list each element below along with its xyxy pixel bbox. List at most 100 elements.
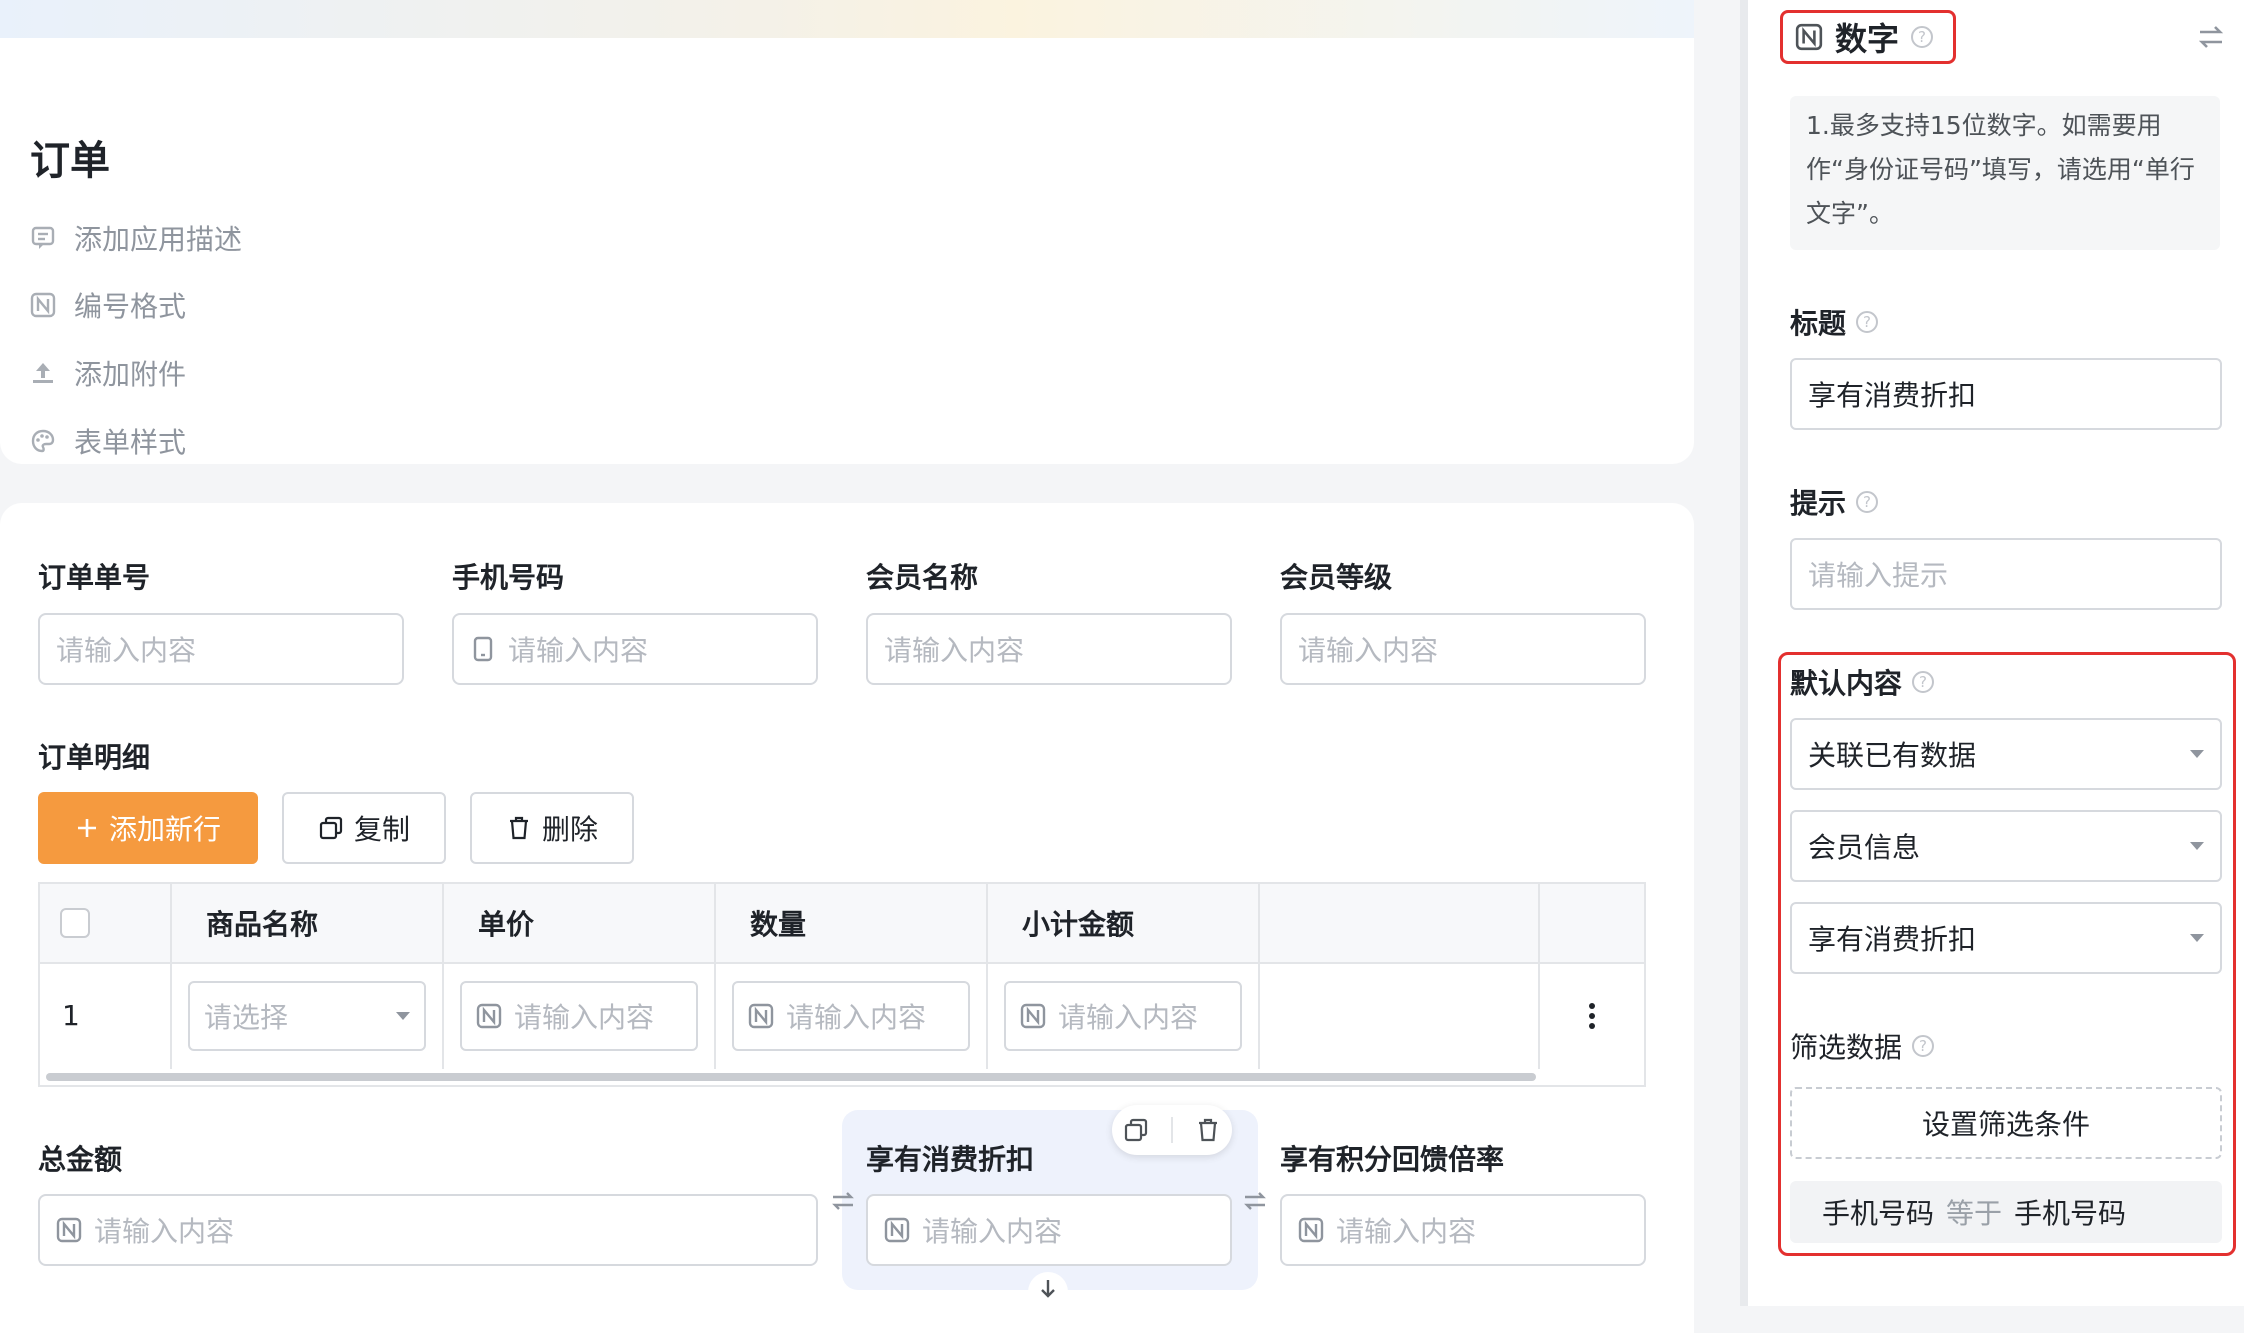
default-label-row: 默认内容 ? [1790, 662, 1935, 702]
condition-operator: 等于 [1946, 1197, 2003, 1230]
copy-field-icon[interactable] [1123, 1117, 1149, 1143]
swap-position-icon[interactable] [830, 1188, 856, 1214]
chevron-down-icon [2190, 750, 2204, 758]
default-label: 默认内容 [1790, 667, 1903, 700]
order-number-placeholder: 请输入内容 [56, 634, 197, 667]
phone-label: 手机号码 [452, 561, 565, 594]
form-style-item[interactable]: 表单样式 [30, 421, 186, 461]
default-mode-select[interactable]: 关联已有数据 [1790, 718, 2222, 790]
product-select-placeholder: 请选择 [204, 1000, 289, 1034]
number-icon [1795, 23, 1823, 51]
phone-placeholder: 请输入内容 [508, 634, 649, 667]
form-style-label: 表单样式 [74, 426, 187, 459]
swap-position-icon[interactable] [1242, 1188, 1268, 1214]
top-banner [0, 0, 1694, 38]
price-cell: 请输入内容 [444, 962, 716, 1069]
column-header-empty [1260, 884, 1540, 962]
number-icon [476, 1003, 502, 1028]
copy-label: 复制 [353, 813, 410, 846]
filter-label: 筛选数据 [1790, 1031, 1903, 1064]
help-icon[interactable]: ? [1912, 1035, 1935, 1057]
points-rate-input[interactable]: 请输入内容 [1280, 1194, 1646, 1266]
order-detail-label: 订单明细 [38, 741, 151, 774]
price-input[interactable]: 请输入内容 [460, 980, 698, 1051]
quantity-cell: 请输入内容 [716, 962, 988, 1069]
copy-button[interactable]: 复制 [282, 792, 446, 864]
chevron-down-icon [2190, 842, 2204, 850]
add-row-label: 添加新行 [108, 813, 221, 846]
total-amount-label: 总金额 [38, 1143, 123, 1176]
number-icon [1298, 1217, 1324, 1243]
member-level-placeholder: 请输入内容 [1298, 634, 1439, 667]
product-select[interactable]: 请选择 [188, 980, 426, 1051]
number-icon [30, 292, 56, 318]
chevron-down-icon [2190, 934, 2204, 942]
number-icon [748, 1003, 774, 1028]
number-format-item[interactable]: 编号格式 [30, 285, 186, 325]
row-index: 1 [40, 962, 172, 1069]
add-row-button[interactable]: 添加新行 [38, 792, 258, 864]
field-type-title: 数字 ? [1780, 10, 1956, 64]
total-amount-input[interactable]: 请输入内容 [38, 1194, 818, 1266]
hint-placeholder: 请输入提示 [1808, 559, 1949, 592]
upload-icon [33, 363, 53, 383]
toolbar-divider [1171, 1117, 1173, 1143]
order-number-input[interactable]: 请输入内容 [38, 613, 404, 685]
select-all-cell [40, 884, 172, 962]
chevron-down-icon [396, 1011, 410, 1020]
condition-right-field: 手机号码 [2014, 1197, 2127, 1230]
add-attachment-label: 添加附件 [74, 358, 187, 391]
hint-label-row: 提示 ? [1790, 482, 1879, 522]
subtotal-placeholder: 请输入内容 [1058, 1000, 1199, 1034]
quantity-input[interactable]: 请输入内容 [732, 980, 970, 1051]
filter-label-row: 筛选数据 ? [1790, 1026, 1935, 1066]
select-all-checkbox[interactable] [60, 908, 90, 938]
hint-input[interactable]: 请输入提示 [1790, 538, 2222, 610]
subtotal-input[interactable]: 请输入内容 [1004, 980, 1242, 1051]
source-field-select[interactable]: 享有消费折扣 [1790, 902, 2222, 974]
member-name-placeholder: 请输入内容 [884, 634, 1025, 667]
number-format-label: 编号格式 [74, 290, 187, 323]
filter-condition[interactable]: 手机号码 等于 手机号码 [1790, 1181, 2222, 1243]
help-icon[interactable]: ? [1856, 491, 1879, 513]
app-title: 订单 [30, 138, 110, 184]
hint-label: 提示 [1790, 487, 1847, 520]
title-label: 标题 [1790, 307, 1847, 340]
help-icon[interactable]: ? [1912, 671, 1935, 693]
set-filter-button[interactable]: 设置筛选条件 [1790, 1087, 2222, 1159]
member-name-label: 会员名称 [866, 561, 979, 594]
move-down-handle[interactable] [1028, 1272, 1068, 1306]
add-description-item[interactable]: 添加应用描述 [30, 218, 242, 258]
phone-input[interactable]: 请输入内容 [452, 613, 818, 685]
delete-label: 删除 [541, 813, 598, 846]
number-icon [56, 1217, 82, 1243]
plus-icon [77, 819, 96, 837]
number-icon [884, 1217, 910, 1243]
help-icon[interactable]: ? [1856, 311, 1879, 333]
table-horizontal-scrollbar[interactable] [46, 1073, 1536, 1081]
field-type-label: 数字 [1835, 20, 1900, 58]
delete-button[interactable]: 删除 [470, 792, 634, 864]
total-amount-placeholder: 请输入内容 [94, 1215, 235, 1248]
source-field-value: 享有消费折扣 [1808, 923, 1977, 956]
column-header-product: 商品名称 [172, 884, 444, 962]
title-input[interactable]: 享有消费折扣 [1790, 358, 2222, 430]
member-name-input[interactable]: 请输入内容 [866, 613, 1232, 685]
field-tip: 1.最多支持15位数字。如需要用作“身份证号码”填写，请选用“单行文字”。 [1790, 96, 2220, 250]
column-header-subtotal: 小计金额 [988, 884, 1260, 962]
source-form-select[interactable]: 会员信息 [1790, 810, 2222, 882]
quantity-placeholder: 请输入内容 [786, 1000, 927, 1034]
add-attachment-item[interactable]: 添加附件 [30, 353, 186, 393]
app-header-card: 订单 添加应用描述 编号格式 添加附件 表单样式 [0, 38, 1694, 464]
discount-placeholder: 请输入内容 [922, 1215, 1063, 1248]
member-level-input[interactable]: 请输入内容 [1280, 613, 1646, 685]
title-label-row: 标题 ? [1790, 302, 1879, 342]
discount-input[interactable]: 请输入内容 [866, 1194, 1232, 1266]
delete-field-icon[interactable] [1195, 1117, 1221, 1143]
column-header-price: 单价 [444, 884, 716, 962]
subtotal-cell: 请输入内容 [988, 962, 1260, 1069]
more-vertical-icon[interactable] [1587, 1001, 1597, 1031]
switch-type-icon[interactable] [2196, 22, 2226, 52]
panel-divider[interactable] [1740, 0, 1748, 1306]
help-icon[interactable]: ? [1911, 26, 1934, 48]
